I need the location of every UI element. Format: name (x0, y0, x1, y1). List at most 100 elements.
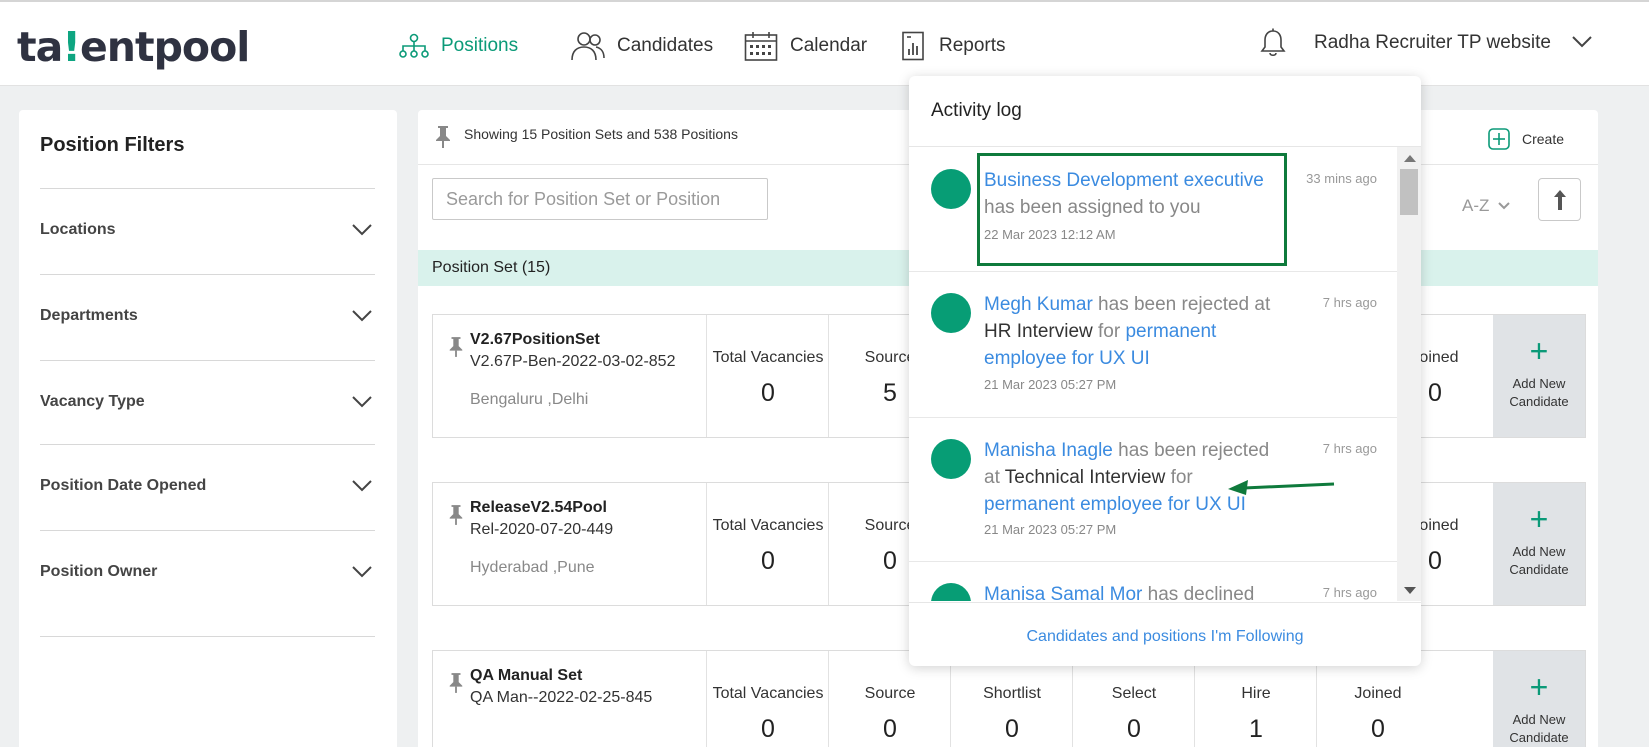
activity-item[interactable]: Manisa Samal Mor has declined 7 hrs ago (909, 562, 1397, 601)
activity-scrollbar[interactable] (1397, 147, 1421, 601)
stat-value: 0 (761, 715, 775, 743)
showing-count: Showing 15 Position Sets and 538 Positio… (464, 126, 738, 142)
activity-message: Manisa Samal Mor has declined (984, 581, 1284, 601)
pin-icon[interactable] (447, 335, 465, 359)
scroll-up-icon[interactable] (1404, 155, 1416, 162)
filter-vacancy-type[interactable]: Vacancy Type (40, 360, 375, 450)
user-name[interactable]: Radha Recruiter TP website (1314, 32, 1551, 54)
nav-positions[interactable]: Positions (399, 26, 518, 66)
activity-date: 21 Mar 2023 05:27 PM (984, 522, 1117, 537)
pin-icon[interactable] (447, 503, 465, 527)
chevron-down-icon[interactable] (1571, 35, 1593, 49)
filter-divider (40, 636, 375, 637)
candidate-link[interactable]: Manisha Inagle (984, 440, 1113, 461)
candidate-link[interactable]: Megh Kumar (984, 294, 1093, 315)
add-new-candidate-button[interactable]: + Add New Candidate (1493, 315, 1585, 437)
activity-ago: 7 hrs ago (1322, 585, 1377, 600)
following-link[interactable]: Candidates and positions I'm Following (909, 628, 1421, 646)
pin-icon[interactable] (447, 671, 465, 695)
chevron-down-icon[interactable] (351, 479, 373, 493)
activity-list[interactable]: Business Development executive has been … (909, 147, 1397, 601)
scroll-thumb[interactable] (1400, 169, 1418, 215)
chevron-down-icon (1498, 202, 1511, 210)
stat-value: 0 (1005, 715, 1019, 743)
filter-position-owner[interactable]: Position Owner (40, 530, 375, 620)
filter-position-date-opened[interactable]: Position Date Opened (40, 444, 375, 534)
chevron-down-icon[interactable] (351, 309, 373, 323)
position-set-name[interactable]: V2.67PositionSet (470, 331, 600, 349)
sort-label: A-Z (1462, 196, 1490, 215)
activity-item[interactable]: Business Development executive has been … (909, 147, 1397, 272)
calendar-icon (744, 32, 778, 61)
position-set-name[interactable]: QA Manual Set (470, 667, 582, 685)
stat-total-vacancies: Total Vacancies 0 (706, 315, 828, 437)
stat-value: 0 (1127, 715, 1141, 743)
activity-log-title: Activity log (931, 100, 1022, 121)
create-button[interactable]: Create (1488, 128, 1564, 150)
bell-icon[interactable] (1260, 28, 1286, 58)
nav-reports-label: Reports (939, 35, 1006, 56)
logo-accent: ! (62, 23, 81, 71)
create-label: Create (1522, 131, 1565, 147)
nav-calendar-label: Calendar (790, 35, 868, 56)
talentpool-logo[interactable]: ta!entpool (17, 23, 250, 71)
activity-ago: 7 hrs ago (1322, 295, 1377, 310)
arrow-up-icon (1553, 189, 1566, 210)
position-set-code: V2.67P-Ben-2022-03-02-852 (470, 353, 676, 370)
add-new-candidate-button[interactable]: + Add New Candidate (1493, 651, 1585, 747)
chevron-down-icon[interactable] (351, 223, 373, 237)
add-new-candidate-label: Add New Candidate (1509, 376, 1569, 409)
hierarchy-icon (399, 33, 429, 58)
activity-message: Megh Kumar has been rejected at HR Inter… (984, 294, 1271, 369)
position-set-location: Hyderabad ,Pune (470, 559, 595, 576)
stat-value: 0 (1371, 715, 1385, 743)
nav-positions-label: Positions (441, 35, 519, 56)
chevron-down-icon[interactable] (351, 565, 373, 579)
report-icon (902, 31, 924, 61)
stat-value: 0 (761, 547, 775, 575)
search-input[interactable] (432, 178, 768, 220)
stat-total-vacancies: Total Vacancies 0 (706, 483, 828, 605)
add-square-icon (1488, 128, 1510, 150)
stat-label: Source (864, 685, 916, 702)
app-header: ta!entpool Positions Candidates Calendar (0, 2, 1649, 86)
activity-ago: 33 mins ago (1306, 171, 1377, 186)
activity-item[interactable]: Megh Kumar has been rejected at HR Inter… (909, 272, 1397, 418)
activity-ago: 7 hrs ago (1322, 441, 1377, 456)
activity-log-popup: Activity log Business Development execut… (909, 76, 1421, 666)
nav-reports[interactable]: Reports (901, 26, 1006, 66)
filter-label: Vacancy Type (40, 393, 145, 410)
filter-locations[interactable]: Locations (40, 188, 375, 278)
position-set-location: Bengaluru ,Delhi (470, 391, 589, 408)
stat-total-vacancies: Total Vacancies 0 (706, 651, 828, 747)
arrow-annotation-icon (1228, 480, 1335, 495)
filter-label: Locations (40, 221, 116, 238)
scroll-down-icon[interactable] (1404, 587, 1416, 594)
avatar (931, 169, 971, 209)
sort-dropdown[interactable]: A-Z (1462, 196, 1511, 216)
position-link[interactable]: permanent employee for UX UI (984, 494, 1246, 515)
position-set-heading: Position Set (15) (432, 259, 551, 276)
position-set-name[interactable]: ReleaseV2.54Pool (470, 499, 607, 517)
pin-icon[interactable] (433, 125, 453, 149)
stat-label: Hire (1241, 685, 1271, 702)
highlight-annotation (977, 153, 1287, 266)
nav-candidates[interactable]: Candidates (571, 26, 713, 66)
chevron-down-icon[interactable] (351, 395, 373, 409)
filter-label: Position Date Opened (40, 477, 207, 494)
filter-departments[interactable]: Departments (40, 274, 375, 364)
nav-candidates-label: Candidates (617, 35, 714, 56)
nav-calendar[interactable]: Calendar (744, 26, 867, 66)
plus-icon: + (1529, 501, 1549, 537)
filter-label: Position Owner (40, 563, 158, 580)
stat-label: Total Vacancies (712, 349, 824, 366)
filters-sidebar: Position Filters Locations Departments V… (19, 110, 397, 747)
candidate-link[interactable]: Manisa Samal Mor (984, 584, 1142, 601)
stat-value: 0 (883, 715, 897, 743)
sort-direction-button[interactable] (1538, 178, 1581, 221)
stat-label: Total Vacancies (712, 517, 824, 534)
add-new-candidate-button[interactable]: + Add New Candidate (1493, 483, 1585, 605)
plus-icon: + (1529, 333, 1549, 369)
add-new-candidate-label: Add New Candidate (1509, 544, 1569, 577)
activity-date: 21 Mar 2023 05:27 PM (984, 377, 1117, 392)
